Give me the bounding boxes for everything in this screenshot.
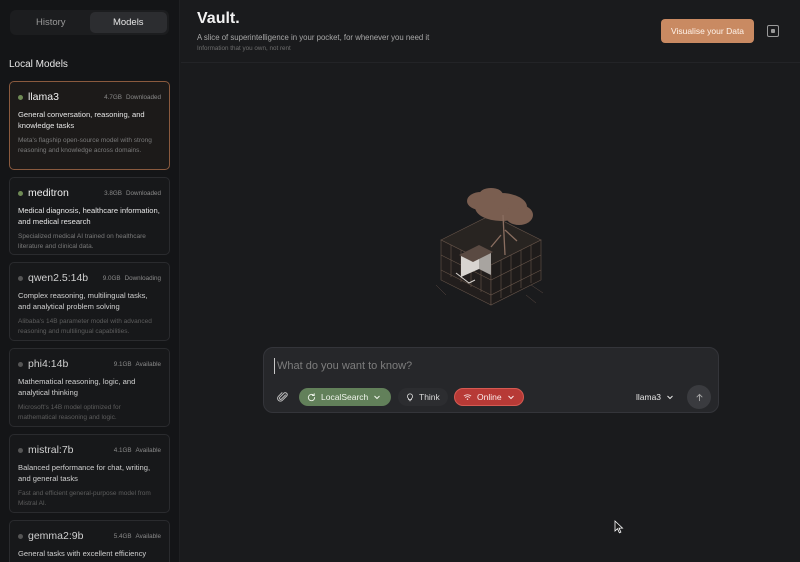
- paperclip-icon[interactable]: [274, 388, 292, 406]
- page-title: Vault.: [197, 10, 240, 27]
- model-list: llama3 4.7GB Downloaded General conversat…: [9, 81, 171, 562]
- prompt-box: LocalSearch Think Online llama3: [263, 347, 719, 413]
- main-panel: Vault. A slice of superintelligence in y…: [181, 0, 800, 562]
- page-subtitle: A slice of superintelligence in your poc…: [197, 33, 430, 42]
- model-card-meditron[interactable]: meditron 3.8GB Downloaded Medical diagnos…: [9, 177, 170, 255]
- status-dot: [18, 533, 23, 539]
- model-size: 4.7GB: [104, 93, 122, 101]
- mouse-cursor-icon: [614, 520, 624, 534]
- model-size: 9.0GB: [102, 274, 121, 282]
- page-tagline: Information that you own, not rent: [197, 45, 291, 52]
- local-search-toggle[interactable]: LocalSearch: [299, 388, 391, 406]
- wifi-icon: [463, 394, 472, 400]
- model-detail: Microsoft's 14B model optimized for math…: [18, 404, 121, 421]
- model-name: gemma2:9b: [28, 530, 84, 542]
- model-detail: Alibaba's 14B parameter model with advan…: [18, 318, 152, 335]
- model-description: General tasks with excellent efficiency: [18, 549, 147, 558]
- chevron-down-icon: [667, 395, 673, 400]
- model-description: Medical diagnosis, healthcare informatio…: [18, 206, 160, 226]
- prompt-input[interactable]: [274, 358, 694, 374]
- model-status: Available: [135, 532, 161, 540]
- model-description: Balanced performance for chat, writing, …: [18, 463, 151, 483]
- local-search-label: LocalSearch: [321, 392, 369, 402]
- status-dot: [18, 94, 23, 100]
- status-dot: [18, 275, 23, 281]
- model-card-llama3[interactable]: llama3 4.7GB Downloaded General conversat…: [9, 81, 170, 170]
- send-button[interactable]: [687, 385, 711, 409]
- model-name: phi4:14b: [28, 358, 69, 370]
- online-toggle[interactable]: Online: [454, 388, 524, 406]
- section-title: Local Models: [9, 59, 68, 70]
- model-size: 5.4GB: [113, 532, 132, 540]
- model-card-phi4[interactable]: phi4:14b 9.1GB Available Mathematical rea…: [9, 348, 170, 427]
- status-dot: [18, 190, 23, 196]
- model-size: 4.1GB: [113, 446, 132, 454]
- status-dot: [18, 447, 23, 453]
- tab-history[interactable]: History: [12, 12, 90, 33]
- status-dot: [18, 361, 23, 367]
- chevron-down-icon: [374, 395, 381, 400]
- model-name: llama3: [28, 91, 59, 103]
- model-name: mistral:7b: [28, 444, 74, 456]
- model-detail: Fast and efficient general-purpose model…: [18, 490, 151, 507]
- model-status: Downloading: [124, 274, 161, 282]
- model-card-qwen[interactable]: qwen2.5:14b 9.0GB Downloading Complex rea…: [9, 262, 170, 341]
- treehouse-illustration: [435, 188, 544, 306]
- lightbulb-icon: [407, 392, 413, 401]
- sidebar: History Models Local Models llama3 4.7GB…: [0, 0, 180, 562]
- panel-toggle-icon[interactable]: [767, 25, 779, 37]
- sidebar-tabs: History Models: [10, 10, 169, 35]
- header: Vault. A slice of superintelligence in y…: [181, 0, 800, 63]
- model-status: Available: [135, 446, 161, 454]
- model-status: Downloaded: [125, 93, 161, 101]
- chevron-down-icon: [507, 395, 514, 400]
- model-card-mistral[interactable]: mistral:7b 4.1GB Available Balanced perfo…: [9, 434, 170, 513]
- model-detail: Meta's flagship open-source model with s…: [18, 137, 152, 154]
- model-description: General conversation, reasoning, and kno…: [18, 110, 145, 130]
- think-toggle[interactable]: Think: [398, 388, 448, 406]
- think-label: Think: [419, 392, 440, 402]
- model-name: qwen2.5:14b: [28, 272, 89, 284]
- arrow-up-icon: [696, 393, 702, 401]
- model-status: Downloaded: [125, 189, 161, 197]
- model-detail: Specialized medical AI trained on health…: [18, 233, 146, 250]
- selected-model: llama3: [636, 392, 662, 402]
- model-description: Mathematical reasoning, logic, and analy…: [18, 377, 136, 397]
- refresh-icon: [307, 392, 316, 401]
- tab-models[interactable]: Models: [89, 12, 167, 33]
- model-description: Complex reasoning, multilingual tasks, a…: [18, 291, 148, 311]
- model-card-gemma[interactable]: gemma2:9b 5.4GB Available General tasks w…: [9, 520, 170, 562]
- model-size: 9.1GB: [113, 360, 132, 368]
- online-label: Online: [477, 392, 502, 402]
- model-selector[interactable]: llama3: [636, 388, 674, 406]
- model-name: meditron: [28, 187, 69, 199]
- visualise-data-button[interactable]: Visualise your Data: [661, 19, 754, 43]
- model-status: Available: [135, 360, 161, 368]
- model-size: 3.8GB: [104, 189, 122, 197]
